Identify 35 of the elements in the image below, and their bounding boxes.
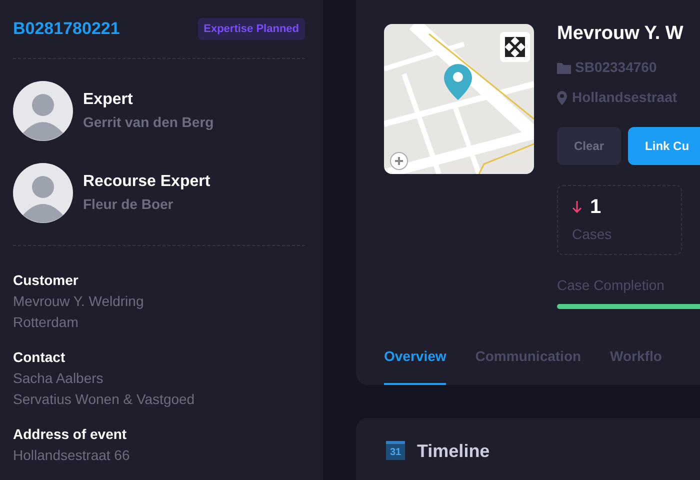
reference-number: SB02334760 [575,58,657,77]
detail-value: Servatius Wonen & Vastgoed [13,390,196,409]
link-button[interactable]: Link Cu [628,127,700,165]
tab[interactable]: Communication [475,346,582,385]
stat-label: Cases [572,225,613,244]
avatar-placeholder [13,80,73,140]
calendar-icon: 31 [386,441,405,460]
detail-value: Rotterdam [13,312,80,332]
folder-icon [557,62,571,74]
person-name: Fleur de Boer [83,195,174,214]
detail-value: Sacha Aalbers [13,368,104,388]
avatar-placeholder [13,162,73,222]
clear-button[interactable]: Clear [557,127,622,165]
fullscreen-button[interactable] [500,32,530,62]
detail-label: Customer [13,270,80,290]
expand-icon [505,37,525,57]
location-icon [557,90,567,104]
detail-label: Address of event [13,424,128,444]
stat-value: 1 [590,196,602,218]
case-number: B0281780221 [13,18,120,40]
detail-value: Hollandsestraat 66 [13,446,131,464]
progress-label: Case Completion [557,276,666,295]
detail-label: Contact [13,348,66,366]
status-badge: Expertise Planned [198,18,305,40]
person-name: Gerrit van den Berg [83,113,214,132]
customer-title: Mevrouw Y. W [557,24,684,41]
map-pin-icon [444,64,472,100]
address-text: Hollandsestraat [572,88,678,107]
tab[interactable]: Workflo [610,346,662,385]
timeline-title: Timeline [417,441,490,461]
tab[interactable]: Overview [384,346,446,385]
role-label: Expert [83,90,134,110]
detail-value: Mevrouw Y. Weldring [13,292,145,311]
arrow-down-icon [572,201,582,213]
role-label: Recourse Expert [83,172,210,192]
